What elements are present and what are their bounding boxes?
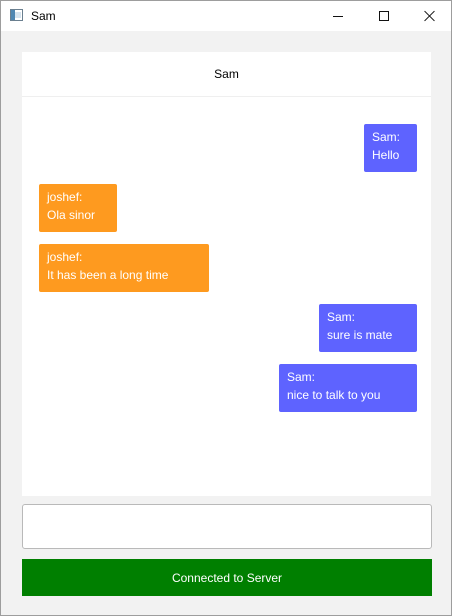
app-window: Sam Sam Sam: Hello joshef: Ola sinor jos… xyxy=(0,0,452,616)
chat-panel: Sam Sam: Hello joshef: Ola sinor joshef:… xyxy=(22,52,431,496)
close-button[interactable] xyxy=(407,1,452,31)
title-bar[interactable]: Sam xyxy=(1,1,451,31)
message-bubble-incoming: joshef: It has been a long time xyxy=(39,244,209,292)
maximize-button[interactable] xyxy=(361,1,407,31)
message-bubble-outgoing: Sam: Hello xyxy=(364,124,417,172)
message-bubble-incoming: joshef: Ola sinor xyxy=(39,184,117,232)
message-text: Hello xyxy=(372,148,400,162)
connection-status-button[interactable]: Connected to Server xyxy=(22,559,432,596)
message-sender: Sam: xyxy=(327,310,356,324)
message-text: It has been a long time xyxy=(47,268,169,282)
message-sender: Sam: xyxy=(372,130,401,144)
chat-header: Sam xyxy=(22,52,431,97)
message-sender: joshef: xyxy=(47,250,83,264)
minimize-button[interactable] xyxy=(315,1,361,31)
message-list[interactable]: Sam: Hello joshef: Ola sinor joshef: It … xyxy=(22,98,431,496)
message-input[interactable] xyxy=(22,504,432,549)
java-app-icon xyxy=(10,9,23,21)
message-text: nice to talk to you xyxy=(287,388,381,402)
message-sender: Sam: xyxy=(287,370,316,384)
message-bubble-outgoing: Sam: sure is mate xyxy=(319,304,417,352)
message-text: sure is mate xyxy=(327,328,393,342)
message-text: Ola sinor xyxy=(47,208,96,222)
message-bubble-outgoing: Sam: nice to talk to you xyxy=(279,364,417,412)
message-sender: joshef: xyxy=(47,190,83,204)
chat-partner-name: Sam xyxy=(214,67,239,81)
window-title: Sam xyxy=(31,9,56,23)
